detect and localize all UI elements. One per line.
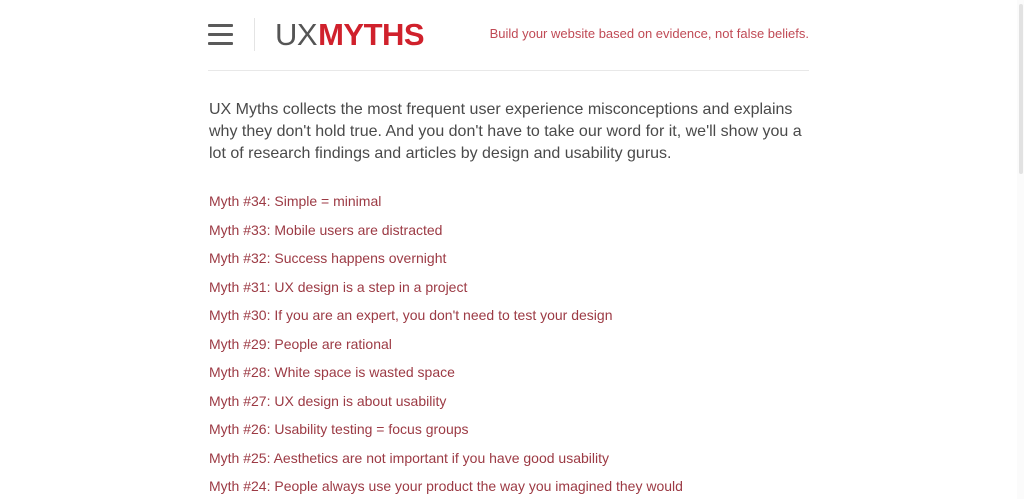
myth-link[interactable]: Myth #33: Mobile users are distracted <box>209 222 442 238</box>
myth-link[interactable]: Myth #26: Usability testing = focus grou… <box>209 421 469 437</box>
list-item: Myth #24: People always use your product… <box>209 474 683 499</box>
site-logo[interactable]: UXMYTHS <box>275 17 425 52</box>
myth-link[interactable]: Myth #34: Simple = minimal <box>209 193 381 209</box>
header-separator <box>208 70 809 71</box>
myth-link[interactable]: Myth #30: If you are an expert, you don'… <box>209 307 612 323</box>
scrollbar-track[interactable] <box>1017 0 1024 499</box>
logo-myths: MYTHS <box>318 17 425 52</box>
myth-link[interactable]: Myth #29: People are rational <box>209 336 392 352</box>
list-item: Myth #26: Usability testing = focus grou… <box>209 417 683 446</box>
site-tagline: Build your website based on evidence, no… <box>489 26 809 41</box>
hamburger-menu-icon[interactable] <box>208 22 234 46</box>
myth-link[interactable]: Myth #27: UX design is about usability <box>209 393 446 409</box>
menu-bar <box>208 33 233 36</box>
myth-link[interactable]: Myth #25: Aesthetics are not important i… <box>209 450 609 466</box>
list-item: Myth #31: UX design is a step in a proje… <box>209 275 683 304</box>
myth-link[interactable]: Myth #28: White space is wasted space <box>209 364 455 380</box>
list-item: Myth #29: People are rational <box>209 332 683 361</box>
myth-link[interactable]: Myth #31: UX design is a step in a proje… <box>209 279 467 295</box>
myth-list: Myth #34: Simple = minimal Myth #33: Mob… <box>209 189 683 499</box>
header-divider <box>254 18 255 51</box>
menu-bar <box>208 24 233 27</box>
list-item: Myth #34: Simple = minimal <box>209 189 683 218</box>
list-item: Myth #30: If you are an expert, you don'… <box>209 303 683 332</box>
intro-paragraph: UX Myths collects the most frequent user… <box>209 101 802 162</box>
myth-link[interactable]: Myth #32: Success happens overnight <box>209 250 446 266</box>
myth-link[interactable]: Myth #24: People always use your product… <box>209 478 683 494</box>
menu-bar <box>208 42 233 45</box>
list-item: Myth #33: Mobile users are distracted <box>209 218 683 247</box>
list-item: Myth #32: Success happens overnight <box>209 246 683 275</box>
list-item: Myth #28: White space is wasted space <box>209 360 683 389</box>
logo-ux: UX <box>275 17 318 52</box>
site-header: UXMYTHS Build your website based on evid… <box>0 0 1024 70</box>
scrollbar-thumb[interactable] <box>1019 4 1023 174</box>
list-item: Myth #25: Aesthetics are not important i… <box>209 446 683 475</box>
list-item: Myth #27: UX design is about usability <box>209 389 683 418</box>
